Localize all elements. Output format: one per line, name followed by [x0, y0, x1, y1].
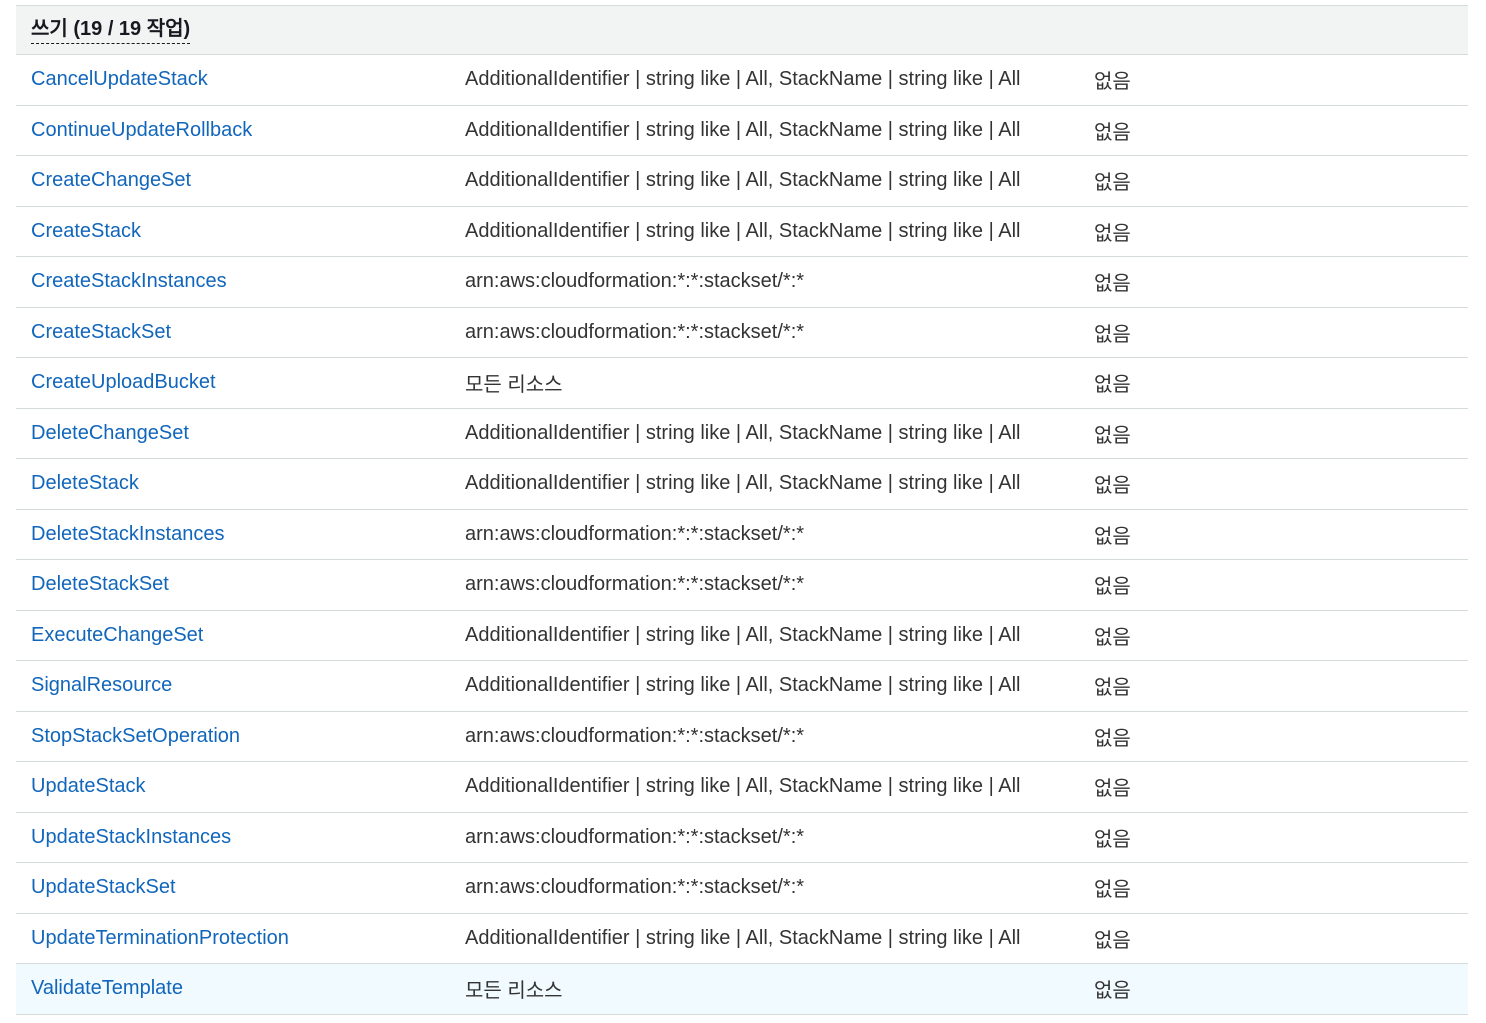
action-cell: DeleteStackSet	[16, 573, 465, 596]
action-link[interactable]: DeleteStack	[31, 472, 139, 494]
action-link[interactable]: DeleteStackInstances	[31, 523, 224, 545]
dependent-action-cell: 없음	[1094, 323, 1131, 346]
action-link[interactable]: CreateStackSet	[31, 321, 171, 343]
resource-cell: AdditionalIdentifier | string like | All…	[465, 472, 1021, 495]
resource-cell: AdditionalIdentifier | string like | All…	[465, 118, 1021, 141]
write-group-header[interactable]: 쓰기 (19 / 19 작업)	[16, 5, 1468, 55]
table-row: UpdateStackSet arn:aws:cloudformation:*:*…	[16, 863, 1468, 914]
action-cell: ExecuteChangeSet	[16, 624, 465, 647]
table-row: DeleteChangeSet AdditionalIdentifier | st…	[16, 409, 1468, 459]
action-cell: UpdateTerminationProtection	[16, 927, 465, 950]
action-link[interactable]: StopStackSetOperation	[31, 725, 240, 747]
dependent-action-cell: 없음	[1094, 778, 1131, 801]
table-row: CreateStackSet arn:aws:cloudformation:*:*…	[16, 308, 1468, 358]
resource-cell: arn:aws:cloudformation:*:*:stackset/*:*	[465, 270, 805, 293]
action-cell: CreateUploadBucket	[16, 371, 465, 394]
action-cell: SignalResource	[16, 674, 465, 697]
action-link[interactable]: CreateUploadBucket	[31, 371, 216, 393]
resource-cell: AdditionalIdentifier | string like | All…	[465, 68, 1021, 91]
action-link[interactable]: CreateStack	[31, 220, 141, 242]
action-cell: UpdateStackSet	[16, 876, 465, 899]
action-cell: CreateStackInstances	[16, 270, 465, 293]
action-cell: DeleteChangeSet	[16, 422, 465, 445]
action-cell: CreateStack	[16, 220, 465, 243]
resource-cell: AdditionalIdentifier | string like | All…	[465, 219, 1021, 242]
resource-cell: AdditionalIdentifier | string like | All…	[465, 169, 1021, 192]
action-cell: DeleteStack	[16, 472, 465, 495]
action-link[interactable]: CreateStackInstances	[31, 270, 227, 292]
resource-cell: arn:aws:cloudformation:*:*:stackset/*:*	[465, 724, 805, 747]
action-cell: CreateStackSet	[16, 321, 465, 344]
resource-cell: arn:aws:cloudformation:*:*:stackset/*:*	[465, 573, 805, 596]
table-row: DeleteStack AdditionalIdentifier | string…	[16, 459, 1468, 510]
action-cell: CancelUpdateStack	[16, 68, 465, 91]
action-cell: ValidateTemplate	[16, 977, 465, 1000]
resource-cell: AdditionalIdentifier | string like | All…	[465, 674, 1021, 697]
action-link[interactable]: CreateChangeSet	[31, 169, 191, 191]
action-link[interactable]: UpdateStack	[31, 775, 146, 797]
table-row: UpdateStackInstances arn:aws:cloudformati…	[16, 813, 1468, 863]
resource-cell: AdditionalIdentifier | string like | All…	[465, 421, 1021, 444]
action-cell: UpdateStackInstances	[16, 826, 465, 849]
action-link[interactable]: UpdateStackInstances	[31, 826, 231, 848]
dependent-action-cell: 없음	[1094, 828, 1131, 851]
resource-cell: arn:aws:cloudformation:*:*:stackset/*:*	[465, 876, 805, 899]
dependent-action-cell: 없음	[1094, 424, 1131, 447]
policy-summary-panel: 쓰기 (19 / 19 작업) CancelUpdateStack Additio…	[16, 5, 1468, 1015]
dependent-action-cell: 없음	[1094, 677, 1131, 700]
action-link[interactable]: SignalResource	[31, 674, 172, 696]
table-row: CancelUpdateStack AdditionalIdentifier | …	[16, 55, 1468, 106]
table-row: CreateUploadBucket 모든 리소스 없음	[16, 358, 1468, 409]
dependent-action-cell: 없음	[1094, 273, 1131, 296]
table-row: CreateStack AdditionalIdentifier | string…	[16, 207, 1468, 257]
resource-cell: 모든 리소스	[465, 980, 563, 1003]
dependent-action-cell: 없음	[1094, 980, 1131, 1003]
table-row: UpdateStack AdditionalIdentifier | string…	[16, 762, 1468, 813]
action-cell: DeleteStackInstances	[16, 523, 465, 546]
action-link[interactable]: CancelUpdateStack	[31, 68, 208, 90]
dependent-action-cell: 없음	[1094, 525, 1131, 548]
table-row: UpdateTerminationProtection AdditionalIde…	[16, 914, 1468, 964]
table-row: DeleteStackInstances arn:aws:cloudformati…	[16, 510, 1468, 560]
action-link[interactable]: ExecuteChangeSet	[31, 624, 203, 646]
resource-cell: AdditionalIdentifier | string like | All…	[465, 775, 1021, 798]
action-cell: UpdateStack	[16, 775, 465, 798]
actions-table: CancelUpdateStack AdditionalIdentifier | …	[16, 55, 1468, 1015]
table-row: ContinueUpdateRollback AdditionalIdentifi…	[16, 106, 1468, 156]
table-row: CreateStackInstances arn:aws:cloudformati…	[16, 257, 1468, 308]
write-group-title[interactable]: 쓰기 (19 / 19 작업)	[31, 17, 191, 44]
action-cell: CreateChangeSet	[16, 169, 465, 192]
table-row: SignalResource AdditionalIdentifier | str…	[16, 661, 1468, 712]
dependent-action-cell: 없음	[1094, 71, 1131, 94]
table-row: CreateChangeSet AdditionalIdentifier | st…	[16, 156, 1468, 207]
action-link[interactable]: ContinueUpdateRollback	[31, 119, 252, 141]
dependent-action-cell: 없음	[1094, 576, 1131, 599]
action-link[interactable]: UpdateStackSet	[31, 876, 176, 898]
resource-cell: AdditionalIdentifier | string like | All…	[465, 623, 1021, 646]
table-row: ExecuteChangeSet AdditionalIdentifier | s…	[16, 611, 1468, 661]
table-row: ValidateTemplate 모든 리소스 없음	[16, 964, 1468, 1015]
action-link[interactable]: DeleteChangeSet	[31, 422, 189, 444]
dependent-action-cell: 없음	[1094, 172, 1131, 195]
dependent-action-cell: 없음	[1094, 929, 1131, 952]
dependent-action-cell: 없음	[1094, 727, 1131, 750]
action-link[interactable]: ValidateTemplate	[31, 977, 183, 999]
dependent-action-cell: 없음	[1094, 879, 1131, 902]
dependent-action-cell: 없음	[1094, 222, 1131, 245]
table-row: DeleteStackSet arn:aws:cloudformation:*:*…	[16, 560, 1468, 611]
action-link[interactable]: UpdateTerminationProtection	[31, 927, 289, 949]
resource-cell: arn:aws:cloudformation:*:*:stackset/*:*	[465, 825, 805, 848]
dependent-action-cell: 없음	[1094, 626, 1131, 649]
resource-cell: AdditionalIdentifier | string like | All…	[465, 926, 1021, 949]
action-cell: ContinueUpdateRollback	[16, 119, 465, 142]
dependent-action-cell: 없음	[1094, 475, 1131, 498]
resource-cell: arn:aws:cloudformation:*:*:stackset/*:*	[465, 522, 805, 545]
action-cell: StopStackSetOperation	[16, 725, 465, 748]
action-link[interactable]: DeleteStackSet	[31, 573, 169, 595]
table-row: StopStackSetOperation arn:aws:cloudformat…	[16, 712, 1468, 762]
dependent-action-cell: 없음	[1094, 121, 1131, 144]
resource-cell: arn:aws:cloudformation:*:*:stackset/*:*	[465, 320, 805, 343]
dependent-action-cell: 없음	[1094, 374, 1131, 397]
resource-cell: 모든 리소스	[465, 374, 563, 397]
